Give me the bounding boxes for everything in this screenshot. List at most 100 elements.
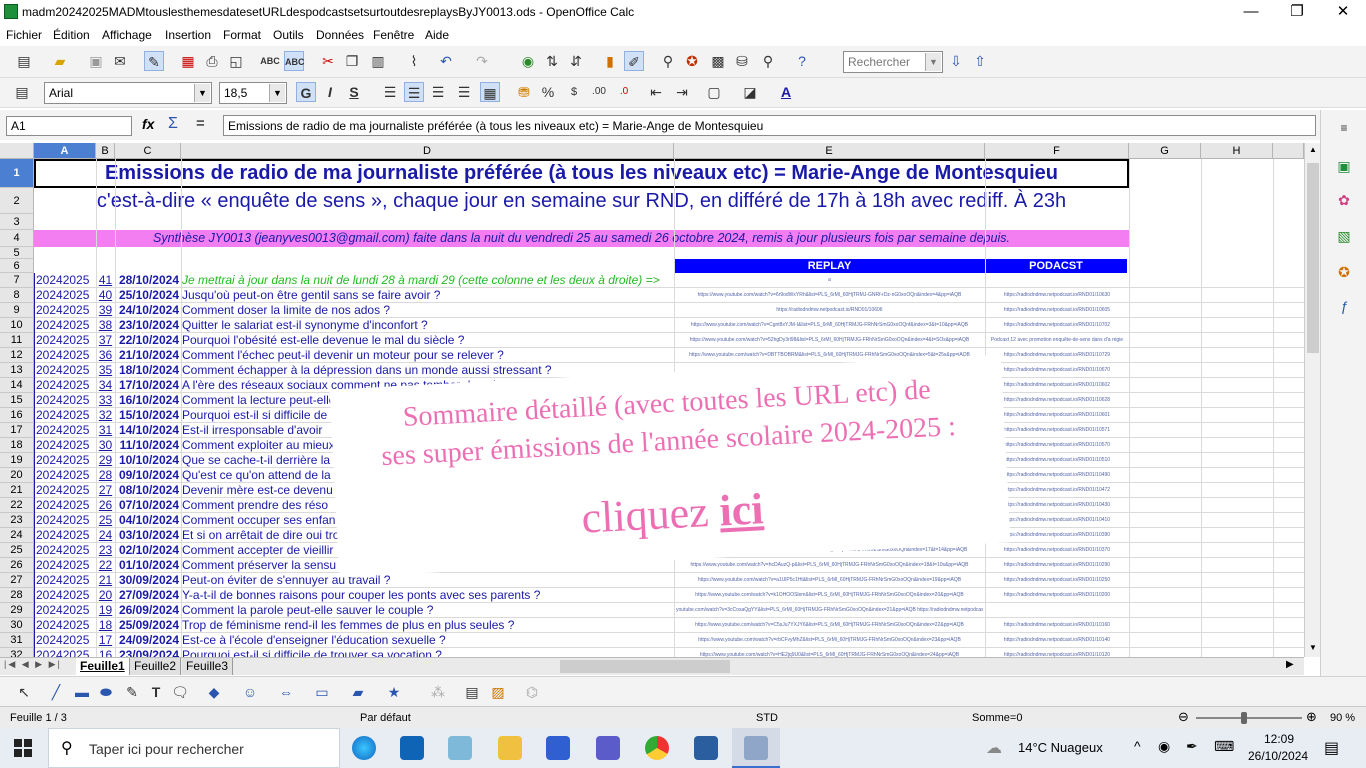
clock-time[interactable]: 12:09 [1264,732,1294,746]
symbol-shapes-icon[interactable]: ☺ [240,682,260,702]
chrome-icon[interactable] [645,736,669,760]
replay-url-cell[interactable]: youtube.com/watch?v=3cCosaQgYY&list=PLS_… [676,603,983,618]
episode-number-cell[interactable]: 37 [96,333,115,348]
tab-feuille3[interactable]: Feuille3 [182,658,234,675]
basic-shapes-icon[interactable]: ◆ [204,682,224,702]
row-header[interactable]: 11 [0,333,34,348]
font-color-icon[interactable]: A [776,82,796,102]
justify-icon[interactable]: ☰ [454,82,474,102]
year-cell[interactable]: 20242025 [36,618,96,633]
year-cell[interactable]: 20242025 [36,513,96,528]
replay-header[interactable]: REPLAY [674,259,985,273]
date-cell[interactable]: 24/10/2024 [115,303,181,318]
openoffice-calc-taskbar-button[interactable] [732,728,780,768]
replay-url-cell[interactable]: https://www.youtube.com/watch?v=Cgnt8xYJ… [676,318,983,333]
insert-chart-icon[interactable]: ▮ [600,51,620,71]
column-header-i[interactable] [1273,143,1304,159]
podcast-url-cell[interactable]: https://radiodndmw.netpodcast.io/RND01/1… [987,378,1127,393]
clone-format-icon[interactable]: ⌇ [404,51,424,71]
row-header[interactable]: 27 [0,573,34,588]
date-cell[interactable]: 10/10/2024 [115,453,181,468]
row-header-6[interactable]: 6 [0,259,34,273]
column-header-b[interactable]: B [96,143,115,159]
help-icon[interactable]: ? [792,51,812,71]
episode-title-cell[interactable]: Quitter le salariat est-il synonyme d'in… [181,318,674,333]
new-document-icon[interactable]: ▤ [14,51,34,71]
row-header[interactable]: 15 [0,393,34,408]
row-header[interactable]: 21 [0,483,34,498]
align-center-icon[interactable]: ☰ [404,82,424,102]
zoom-in-icon[interactable]: ⊕ [1306,709,1317,725]
podcast-url-cell[interactable]: https://radiodndmw.netpodcast.io/RND01/1… [987,648,1127,657]
episode-number-cell[interactable]: 29 [96,453,115,468]
date-cell[interactable]: 01/10/2024 [115,558,181,573]
paste-icon[interactable]: ▥ [368,51,388,71]
podcast-url-cell[interactable] [987,603,1127,618]
episode-number-cell[interactable]: 39 [96,303,115,318]
year-cell[interactable]: 20242025 [36,303,96,318]
windows-start-icon[interactable] [14,739,32,757]
year-cell[interactable]: 20242025 [36,453,96,468]
podcast-url-cell[interactable]: https://radiodndmw.netpodcast.io/RND01/1… [987,558,1127,573]
undo-icon[interactable]: ↶ [436,51,456,71]
callout-tool-icon[interactable]: 🗨 [170,682,190,702]
episode-number-cell[interactable]: 19 [96,603,115,618]
navigator-icon[interactable]: ✪ [682,51,702,71]
row-header[interactable]: 32 [0,648,34,657]
tab-feuille2[interactable]: Feuille2 [130,658,182,675]
date-cell[interactable]: 03/10/2024 [115,528,181,543]
year-cell[interactable]: 20242025 [36,543,96,558]
episode-title-cell[interactable]: Peut-on éviter de s'ennuyer au travail ? [181,573,674,588]
replay-url-cell[interactable]: https://www.youtube.com/watch?v=HE2jq9U0… [676,648,983,657]
edit-mode-icon[interactable]: ✎ [144,51,164,71]
extrusion-icon[interactable]: ⌬ [522,682,542,702]
podcast-url-cell[interactable]: https://radiodndmw.netpodcast.io/RND01/1… [987,618,1127,633]
find-previous-icon[interactable]: ⇧ [970,51,990,71]
episode-number-cell[interactable]: 30 [96,438,115,453]
redo-icon[interactable]: ↷ [472,51,492,71]
select-all-corner[interactable] [0,143,34,159]
row-header[interactable]: 26 [0,558,34,573]
column-header-e[interactable]: E [674,143,985,159]
borders-icon[interactable]: ▢ [704,82,724,102]
year-cell[interactable]: 20242025 [36,588,96,603]
episode-number-cell[interactable]: 17 [96,633,115,648]
replay-url-cell[interactable]: https://www.youtube.com/watch?v=k1OHOOSl… [676,588,983,603]
scroll-down-icon[interactable]: ▼ [1307,643,1319,653]
vertical-scroll-thumb[interactable] [1307,163,1319,353]
rectangle-tool-icon[interactable]: ▬ [72,682,92,702]
row-header[interactable]: 25 [0,543,34,558]
podcast-url-cell[interactable]: https://radiodndmw.netpodcast.io/RND01/1… [987,408,1127,423]
menu-format[interactable]: Format [223,28,261,42]
zoom-out-icon[interactable]: ⊖ [1178,709,1189,725]
align-right-icon[interactable]: ☰ [428,82,448,102]
status-selection-mode[interactable]: STD [756,712,778,724]
episode-number-cell[interactable]: 23 [96,543,115,558]
italic-button[interactable]: I [320,82,340,102]
find-next-icon[interactable]: ⇩ [946,51,966,71]
gallery-panel-icon[interactable]: ▧ [1334,226,1354,246]
fontwork-icon[interactable]: ▤ [462,682,482,702]
year-cell[interactable]: 20242025 [36,288,96,303]
episode-title-cell[interactable]: Pourquoi l'obésité est-elle devenue le m… [181,333,674,348]
date-cell[interactable]: 25/10/2024 [115,288,181,303]
podcast-url-cell[interactable]: https://radiodndmw.netpodcast.io/RND01/1… [987,453,1127,468]
zoom-icon[interactable]: ⚲ [758,51,778,71]
replay-url-cell[interactable]: https://www.youtube.com/watch?v=a1UlP5c1… [676,573,983,588]
functions-panel-icon[interactable]: ƒ [1334,296,1354,316]
date-cell[interactable]: 07/10/2024 [115,498,181,513]
date-cell[interactable]: 14/10/2024 [115,423,181,438]
show-draw-icon[interactable]: ✐ [624,51,644,71]
year-cell[interactable]: 20242025 [36,348,96,363]
math-app-icon[interactable] [596,736,620,760]
row-header[interactable]: 13 [0,363,34,378]
replay-url-cell[interactable]: https://www.youtube.com/watch?v=52hgDy3r… [676,333,983,348]
podcast-url-cell[interactable]: https://radiodndmw.netpodcast.io/RND01/1… [987,393,1127,408]
delete-decimal-icon[interactable]: .0 [614,82,634,102]
podcast-url-cell[interactable]: Podcast 12 avec promotion enquête-de-sen… [987,333,1127,348]
export-pdf-icon[interactable]: ▦ [178,51,198,71]
save-icon[interactable]: ▣ [86,51,106,71]
row-header[interactable]: 16 [0,408,34,423]
name-box[interactable]: A1 [6,116,132,136]
date-cell[interactable]: 30/09/2024 [115,573,181,588]
